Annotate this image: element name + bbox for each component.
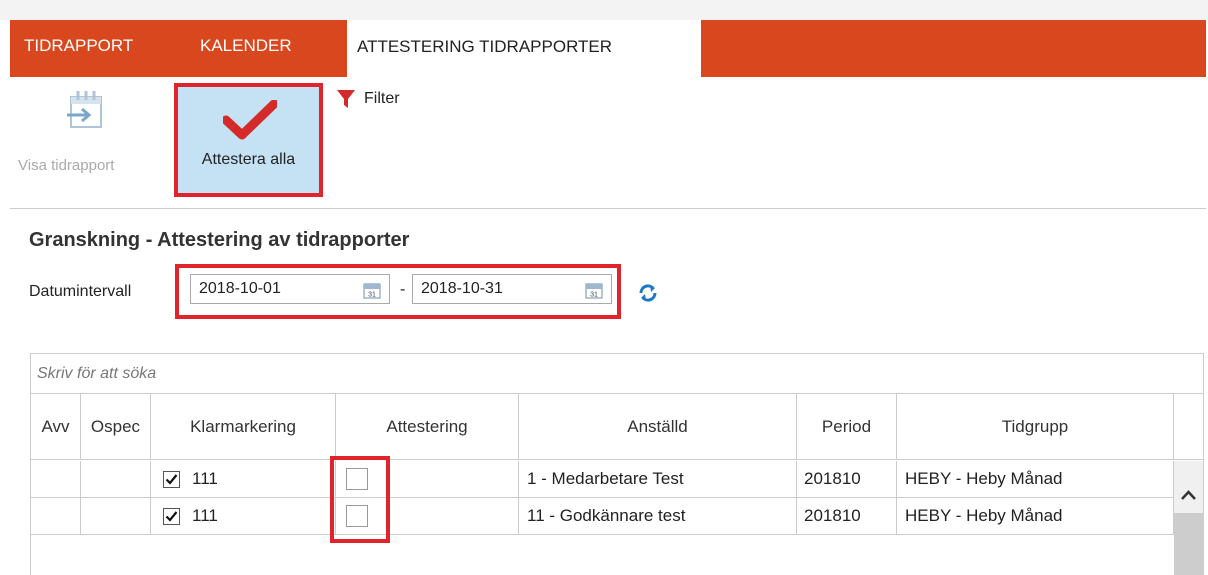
tab-tidrapport[interactable]: TIDRAPPORT [24, 36, 133, 56]
column-header-avv[interactable]: Avv [31, 394, 81, 460]
chevron-up-icon[interactable] [1180, 489, 1197, 501]
klar-value: 111 [192, 506, 218, 525]
date-range-label: Datumintervall [29, 283, 132, 300]
column-header-spacer [1174, 394, 1203, 460]
date-separator: - [400, 281, 406, 298]
column-header-ospec[interactable]: Ospec [81, 394, 151, 460]
timesheet-grid: Skriv för att söka Avv Ospec Klarmarkeri… [30, 353, 1204, 575]
klar-checkbox[interactable] [163, 507, 180, 525]
calendar-icon[interactable]: 31 [585, 281, 603, 299]
date-to-input[interactable]: 2018-10-31 31 [412, 274, 612, 304]
cell-tidgrupp: HEBY - Heby Månad [897, 498, 1174, 535]
klar-checkbox[interactable] [163, 470, 180, 488]
filter-funnel-icon [337, 90, 355, 108]
filter-button[interactable]: Filter [336, 89, 400, 109]
column-header-klarmarkering[interactable]: Klarmarkering [151, 394, 336, 460]
attestera-alla-label: Attestera alla [201, 151, 296, 168]
cell-ospec [81, 461, 151, 498]
cell-tidgrupp: HEBY - Heby Månad [897, 461, 1174, 498]
cell-period: 201810 [797, 498, 897, 535]
calendar-arrow-icon [67, 91, 102, 128]
visa-tidrapport-button[interactable]: Visa tidrapport [10, 87, 170, 187]
cell-avv [31, 461, 81, 498]
cell-avv [31, 498, 81, 535]
cell-period: 201810 [797, 461, 897, 498]
attestera-alla-button[interactable]: Attestera alla [174, 83, 323, 197]
visa-tidrapport-label: Visa tidrapport [18, 157, 115, 174]
page-title: Granskning - Attestering av tidrapporter [29, 229, 410, 251]
toolbar: Visa tidrapport Attestera alla Filter [10, 77, 1206, 209]
date-to-value: 2018-10-31 [421, 280, 503, 297]
cell-anstalld: 1 - Medarbetare Test [519, 461, 797, 498]
scrollbar-thumb[interactable] [1174, 513, 1203, 575]
tab-bar: TIDRAPPORT KALENDER ATTESTERING TIDRAPPO… [10, 20, 1206, 77]
calendar-icon[interactable]: 31 [363, 281, 381, 299]
tab-attestering-tidrapporter[interactable]: ATTESTERING TIDRAPPORTER [347, 20, 701, 77]
column-header-anstalld[interactable]: Anställd [519, 394, 797, 460]
date-from-input[interactable]: 2018-10-01 31 [190, 274, 390, 304]
date-from-value: 2018-10-01 [199, 280, 281, 297]
column-header-tidgrupp[interactable]: Tidgrupp [897, 394, 1174, 460]
refresh-icon[interactable] [637, 282, 659, 304]
checkbox-check-icon [165, 510, 178, 522]
column-header-period[interactable]: Period [797, 394, 897, 460]
top-strip [0, 0, 1208, 20]
klar-value: 111 [192, 469, 218, 488]
calendar-day-text: 31 [590, 292, 598, 299]
cell-anstalld: 11 - Godkännare test [519, 498, 797, 535]
cell-klarmarkering: 111 [151, 461, 336, 498]
grid-search-input[interactable]: Skriv för att söka [31, 354, 1203, 394]
cell-ospec [81, 498, 151, 535]
tab-kalender[interactable]: KALENDER [200, 36, 292, 56]
filter-label: Filter [364, 90, 400, 107]
calendar-day-text: 31 [368, 292, 376, 299]
column-header-attestering[interactable]: Attestering [336, 394, 519, 460]
cell-klarmarkering: 111 [151, 498, 336, 535]
checkbox-check-icon [165, 473, 178, 485]
grid-scrollbar[interactable] [1174, 461, 1203, 575]
checkmark-icon [223, 100, 277, 140]
attestering-highlight [330, 456, 390, 543]
